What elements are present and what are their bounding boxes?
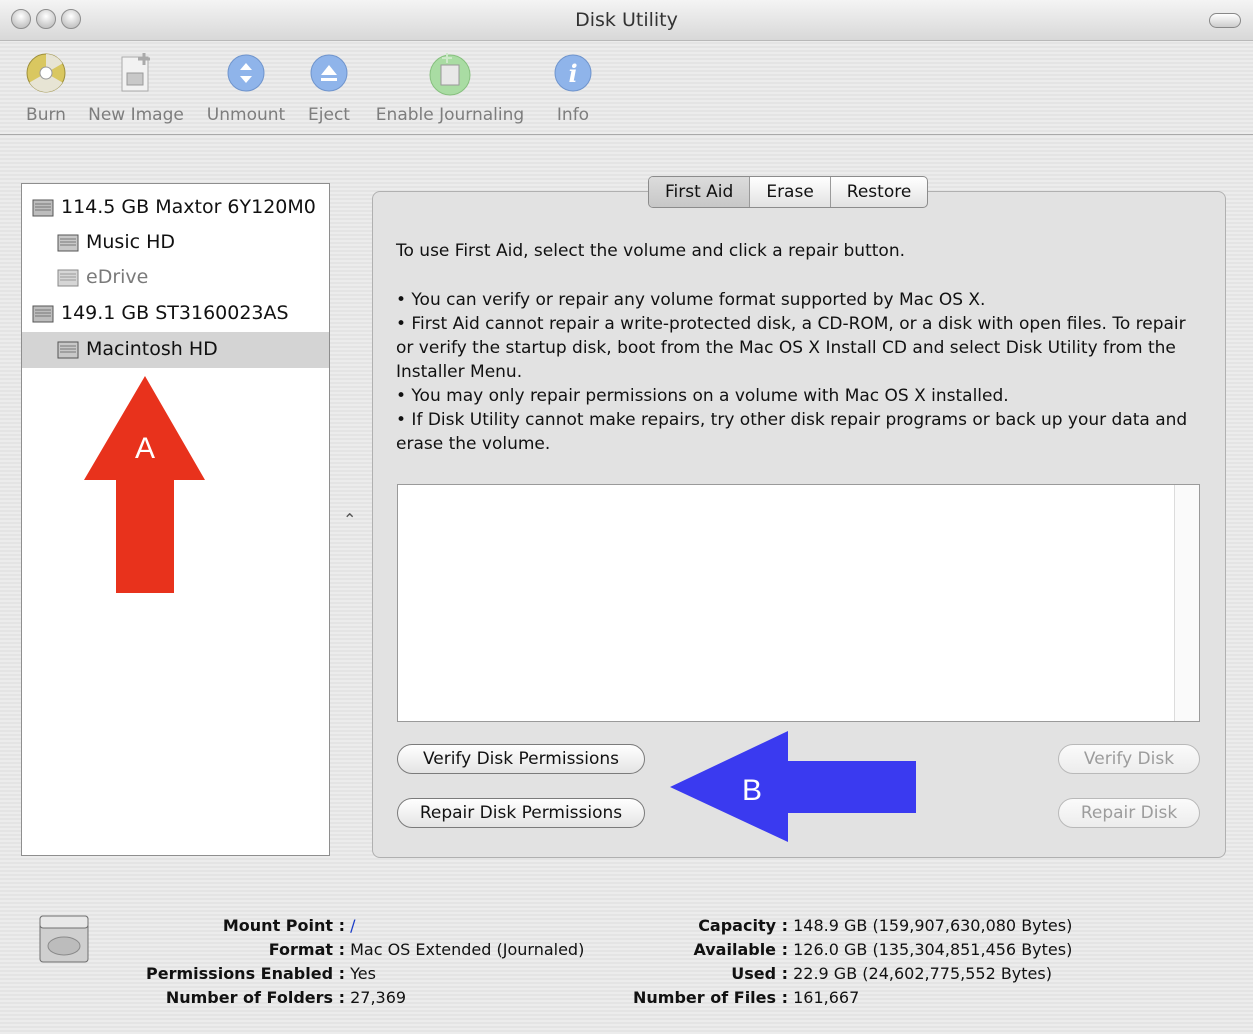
selected-volume-icon	[39, 915, 89, 963]
new-image-button[interactable]: New Image	[84, 51, 188, 125]
first-aid-intro: To use First Aid, select the volume and …	[396, 241, 905, 261]
volume-info-right: Capacity : 148.9 GB (159,907,630,080 Byt…	[600, 914, 1072, 1010]
info-row-mount-point: Mount Point : /	[100, 914, 584, 938]
info-label: Info	[556, 105, 590, 125]
info-value: Mac OS Extended (Journaled)	[350, 940, 585, 959]
disk-item-maxtor[interactable]: 114.5 GB Maxtor 6Y120M0	[22, 190, 329, 226]
title-bar: Disk Utility	[0, 0, 1253, 41]
enable-journaling-label: Enable Journaling	[375, 105, 525, 125]
tab-bar: First Aid Erase Restore	[648, 176, 929, 208]
new-image-icon	[114, 51, 158, 95]
annotation-label-a: A	[135, 432, 155, 465]
annotation-label-b: B	[742, 774, 762, 807]
note-item: • First Aid cannot repair a write-protec…	[396, 314, 1186, 382]
toolbar-toggle-button[interactable]	[1209, 13, 1241, 28]
tab-first-aid[interactable]: First Aid	[649, 177, 751, 207]
new-image-label: New Image	[88, 105, 184, 125]
info-value: 27,369	[350, 988, 407, 1007]
info-key: Used :	[731, 964, 788, 983]
repair-disk-button[interactable]: Repair Disk	[1058, 798, 1200, 828]
volume-icon	[57, 341, 79, 359]
window-title: Disk Utility	[575, 9, 678, 31]
volume-item-label: Music HD	[86, 231, 176, 253]
burn-icon	[24, 51, 68, 95]
volume-item-label: eDrive	[86, 266, 149, 288]
volume-item-label: Macintosh HD	[86, 338, 218, 360]
info-value: 22.9 GB (24,602,775,552 Bytes)	[793, 964, 1052, 983]
note-item: • If Disk Utility cannot make repairs, t…	[396, 410, 1188, 454]
toolbar: Burn New Image Unmount Eject Enable Jour…	[0, 41, 1253, 135]
first-aid-notes: • You can verify or repair any volume fo…	[396, 288, 1206, 456]
enable-journaling-button[interactable]: Enable Journaling	[369, 51, 531, 125]
info-row-used: Used : 22.9 GB (24,602,775,552 Bytes)	[600, 962, 1072, 986]
burn-label: Burn	[26, 105, 66, 125]
log-scrollbar[interactable]	[1174, 485, 1199, 721]
disk-item-label: 114.5 GB Maxtor 6Y120M0	[61, 196, 316, 218]
info-value: 148.9 GB (159,907,630,080 Bytes)	[793, 916, 1073, 935]
volume-item-edrive[interactable]: eDrive	[22, 260, 329, 296]
info-row-available: Available : 126.0 GB (135,304,851,456 By…	[600, 938, 1072, 962]
note-item: • You may only repair permissions on a v…	[396, 386, 1009, 406]
info-row-files: Number of Files : 161,667	[600, 986, 1072, 1010]
info-row-permissions: Permissions Enabled : Yes	[100, 962, 584, 986]
info-value: 126.0 GB (135,304,851,456 Bytes)	[793, 940, 1073, 959]
info-key: Number of Folders :	[165, 988, 345, 1007]
note-item: • You can verify or repair any volume fo…	[396, 290, 986, 310]
info-row-format: Format : Mac OS Extended (Journaled)	[100, 938, 585, 962]
unmount-label: Unmount	[206, 105, 286, 125]
volume-icon	[57, 269, 79, 287]
info-key: Capacity :	[698, 916, 788, 935]
disk-utility-window: Disk Utility Burn New Image Unmount Ejec…	[0, 0, 1253, 1034]
volume-item-music-hd[interactable]: Music HD	[22, 225, 329, 261]
repair-disk-permissions-button[interactable]: Repair Disk Permissions	[397, 798, 645, 828]
verify-disk-permissions-button[interactable]: Verify Disk Permissions	[397, 744, 645, 774]
eject-label: Eject	[308, 105, 350, 125]
info-value: Yes	[350, 964, 376, 983]
disk-item-st3160023as[interactable]: 149.1 GB ST3160023AS	[22, 296, 329, 332]
info-row-folders: Number of Folders : 27,369	[100, 986, 584, 1010]
hard-disk-icon	[32, 199, 54, 217]
info-button[interactable]: i Info	[550, 51, 596, 125]
unmount-button[interactable]: Unmount	[202, 51, 290, 125]
info-key: Mount Point :	[222, 916, 345, 935]
info-row-capacity: Capacity : 148.9 GB (159,907,630,080 Byt…	[600, 914, 1072, 938]
info-key: Format :	[268, 940, 345, 959]
info-key: Available :	[693, 940, 788, 959]
annotation-arrow-a: A	[84, 376, 205, 593]
info-icon: i	[551, 51, 595, 95]
info-key: Permissions Enabled :	[146, 964, 345, 983]
journaling-icon	[420, 51, 480, 97]
svg-text:i: i	[568, 59, 577, 88]
eject-button[interactable]: Eject	[303, 51, 355, 125]
volume-icon	[57, 234, 79, 252]
unmount-icon	[224, 51, 268, 95]
info-value: 161,667	[793, 988, 860, 1007]
tab-erase[interactable]: Erase	[750, 177, 831, 207]
burn-button[interactable]: Burn	[22, 51, 70, 125]
hard-disk-icon	[32, 305, 54, 323]
tab-restore[interactable]: Restore	[831, 177, 928, 207]
info-key: Number of Files :	[633, 988, 788, 1007]
mount-point-link[interactable]: /	[350, 916, 355, 935]
first-aid-log[interactable]	[397, 484, 1200, 722]
volume-info-left: Mount Point : / Format : Mac OS Extended…	[100, 914, 584, 1010]
splitter-handle[interactable]: ⌃	[343, 510, 356, 529]
annotation-arrow-b: B	[670, 731, 916, 842]
verify-disk-button[interactable]: Verify Disk	[1058, 744, 1200, 774]
volume-item-macintosh-hd[interactable]: Macintosh HD	[22, 332, 329, 368]
disk-item-label: 149.1 GB ST3160023AS	[61, 302, 289, 324]
eject-icon	[307, 51, 351, 95]
